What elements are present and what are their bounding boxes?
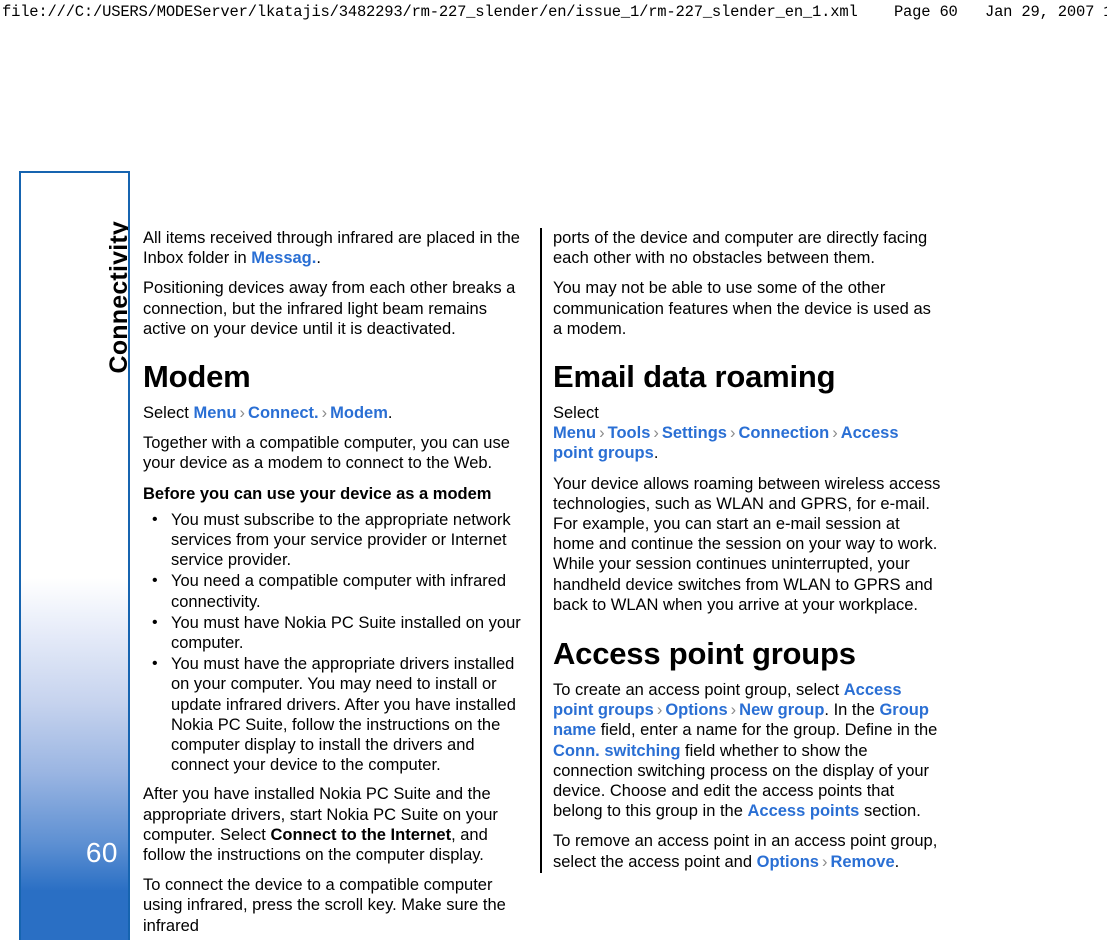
text-infrared-inbox-pre: All items received through infrared are … <box>143 229 520 268</box>
left-column: All items received through infrared are … <box>143 228 533 946</box>
page-content: All items received through infrared are … <box>143 228 943 935</box>
text-select: Select <box>143 404 194 423</box>
chapter-label: Connectivity <box>105 221 130 374</box>
link-tools[interactable]: Tools <box>608 424 651 442</box>
page-number: 60 <box>85 837 118 868</box>
link-modem[interactable]: Modem <box>330 404 388 422</box>
text-infrared-inbox-post: . <box>316 249 321 268</box>
paragraph-after-install: After you have installed Nokia PC Suite … <box>143 784 533 865</box>
paragraph-positioning: Positioning devices away from each other… <box>143 279 516 338</box>
chevron-right-icon: › <box>821 852 828 871</box>
link-options[interactable]: Options <box>665 701 727 719</box>
text-period: . <box>653 444 659 463</box>
chevron-right-icon: › <box>656 701 663 720</box>
chapter-side-tab: Connectivity 60 <box>19 171 130 940</box>
text-create-3: field, enter a name for the group. Defin… <box>596 721 938 740</box>
link-options[interactable]: Options <box>757 853 819 871</box>
chevron-right-icon: › <box>729 424 736 443</box>
text-create-5: section. <box>859 802 921 821</box>
print-header-url: file:///C:/USERS/MODEServer/lkatajis/348… <box>2 3 858 21</box>
column-divider <box>540 228 542 873</box>
link-conn-switching[interactable]: Conn. switching <box>553 742 680 760</box>
list-item: You must have the appropriate drivers in… <box>143 654 533 775</box>
paragraph-roaming-path: Select Menu › Tools › Settings › Connection › Ac… <box>553 403 943 464</box>
link-remove[interactable]: Remove <box>830 853 894 871</box>
chevron-right-icon: › <box>653 424 659 443</box>
list-item: You need a compatible computer with infr… <box>143 571 533 611</box>
text-connect-to-internet: Connect to the Internet <box>270 825 452 844</box>
paragraph-your-device-roaming: Your device allows roaming between wirel… <box>553 474 941 614</box>
subheading-before-modem: Before you can use your device as a mode… <box>143 484 492 503</box>
paragraph-may-not: You may not be able to use some of the o… <box>553 279 931 338</box>
right-column: ports of the device and computer are dir… <box>553 228 943 882</box>
text-remove-2: . <box>894 852 900 871</box>
chevron-right-icon: › <box>239 404 246 423</box>
heading-email-data-roaming: Email data roaming <box>553 359 836 395</box>
link-new-group[interactable]: New group <box>739 701 824 719</box>
list-item: You must have Nokia PC Suite installed o… <box>143 613 533 653</box>
list-item: You must subscribe to the appropriate ne… <box>143 510 533 571</box>
link-menu[interactable]: Menu <box>553 424 596 442</box>
link-connect[interactable]: Connect. <box>248 404 319 422</box>
link-connection[interactable]: Connection <box>738 424 829 442</box>
paragraph-modem-path: Select Menu › Connect. › Modem. <box>143 403 533 423</box>
paragraph-infrared-inbox: All items received through infrared are … <box>143 228 533 268</box>
chevron-right-icon: › <box>832 424 838 443</box>
link-access-points[interactable]: Access points <box>747 802 859 820</box>
paragraph-to-connect: To connect the device to a compatible co… <box>143 876 506 935</box>
chevron-right-icon: › <box>730 701 737 720</box>
print-header-page: Page 60 <box>893 3 958 21</box>
bullet-list-modem-requirements: You must subscribe to the appropriate ne… <box>143 510 533 776</box>
chevron-right-icon: › <box>321 404 328 423</box>
text-create-2: . In the <box>824 701 880 720</box>
paragraph-create-group: To create an access point group, select … <box>553 680 943 821</box>
heading-access-point-groups: Access point groups <box>553 636 856 672</box>
paragraph-ports: ports of the device and computer are dir… <box>553 229 928 268</box>
text-period: . <box>387 404 393 423</box>
chapter-label-container: Connectivity <box>21 221 130 378</box>
paragraph-together: Together with a compatible computer, you… <box>143 434 510 473</box>
print-header: file:///C:/USERS/MODEServer/lkatajis/348… <box>2 2 1107 24</box>
chevron-right-icon: › <box>599 424 605 443</box>
text-select: Select <box>553 404 599 423</box>
heading-modem: Modem <box>143 359 251 395</box>
link-messaging[interactable]: Messag. <box>251 249 316 267</box>
text-create-1: To create an access point group, select <box>553 681 844 700</box>
print-header-date: Jan 29, 2007 12:37:36 PM <box>984 3 1107 21</box>
link-menu[interactable]: Menu <box>193 404 236 422</box>
paragraph-remove-access-point: To remove an access point in an access p… <box>553 831 943 871</box>
link-settings[interactable]: Settings <box>662 424 727 442</box>
